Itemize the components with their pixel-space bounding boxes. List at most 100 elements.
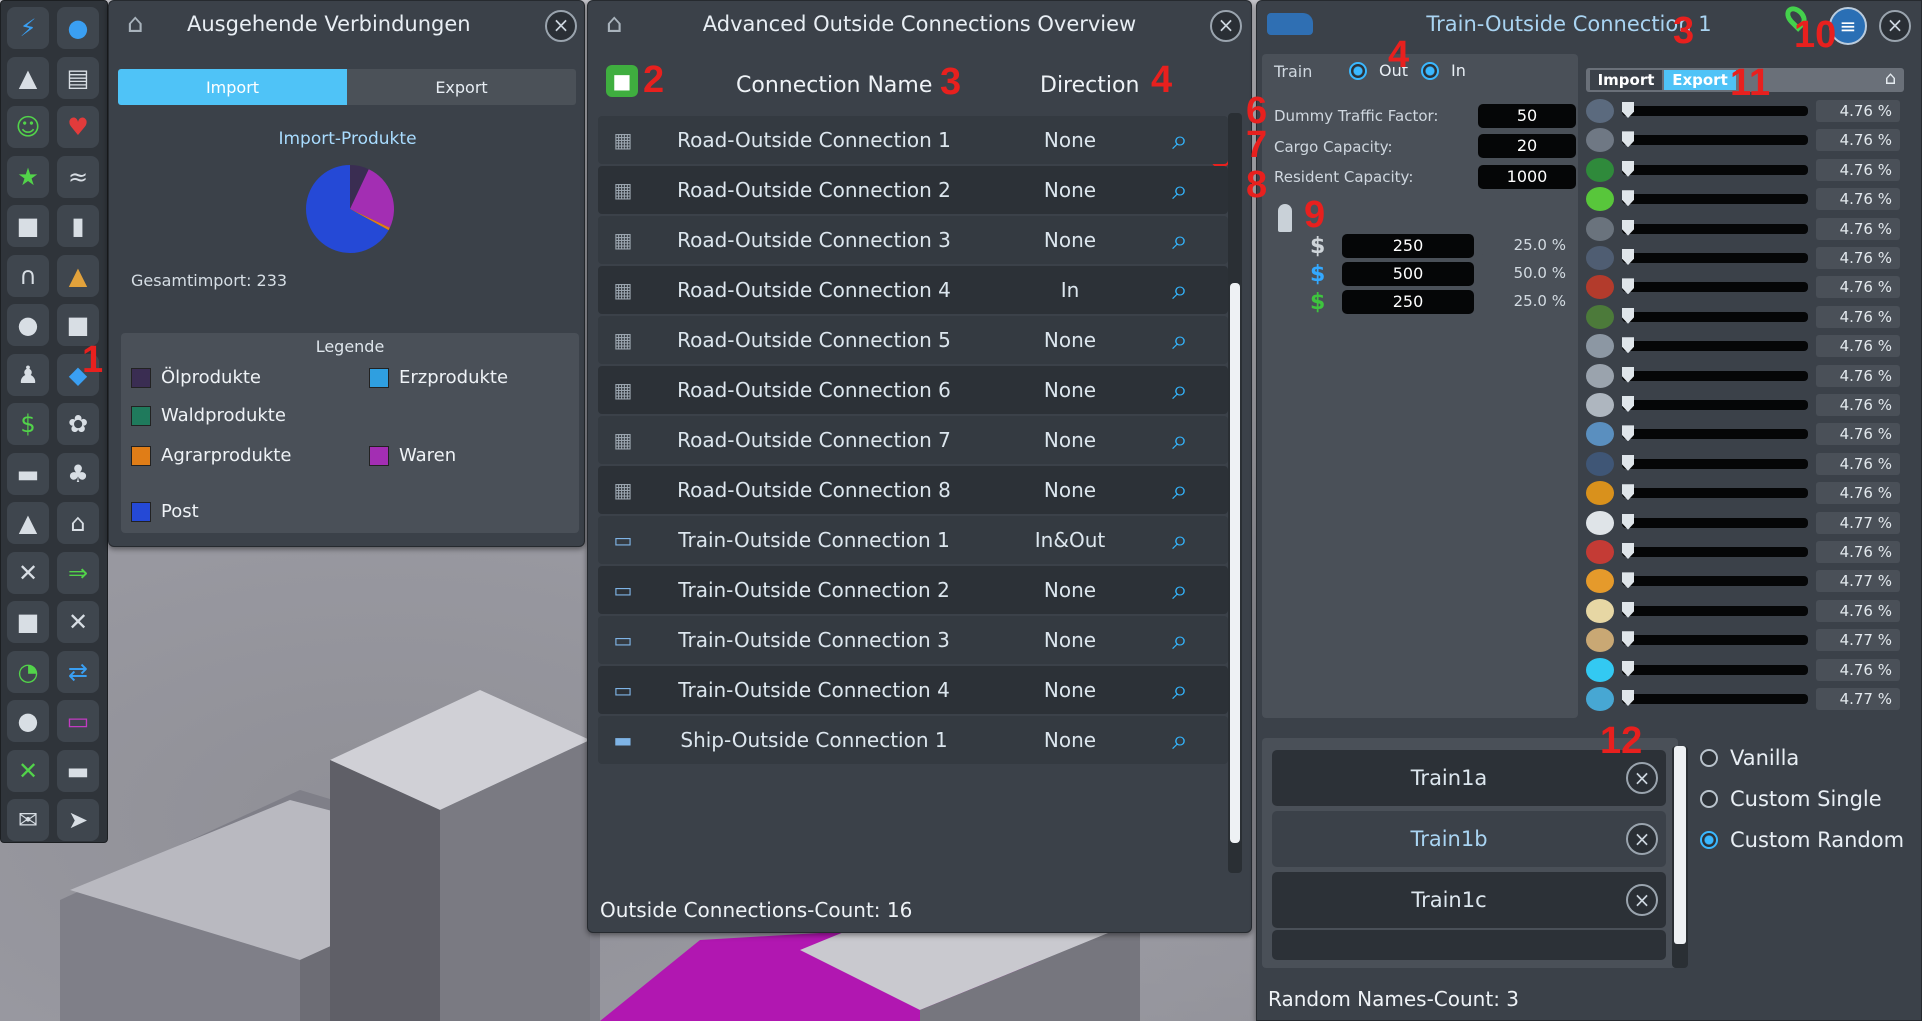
- heat-icon[interactable]: ⌂: [57, 502, 99, 544]
- water-icon[interactable]: ●: [57, 7, 99, 49]
- search-icon[interactable]: ⌕: [1160, 473, 1200, 507]
- education-icon[interactable]: ▤: [57, 56, 99, 99]
- wealth-value-input[interactable]: 250: [1342, 234, 1474, 258]
- names-scrollbar[interactable]: [1672, 746, 1688, 968]
- slider-handle[interactable]: [1622, 131, 1634, 148]
- fire-icon[interactable]: ▲: [57, 254, 99, 297]
- resource-slider[interactable]: [1622, 102, 1808, 118]
- resource-slider[interactable]: [1622, 601, 1808, 618]
- dummy-traffic-input[interactable]: 50: [1478, 104, 1576, 128]
- resource-slider[interactable]: [1622, 513, 1808, 530]
- happiness-icon[interactable]: ☺: [7, 106, 49, 148]
- resource-slider[interactable]: [1622, 249, 1808, 265]
- resident-capacity-input[interactable]: 1000: [1478, 165, 1576, 189]
- slider-handle[interactable]: [1622, 337, 1634, 354]
- search-icon[interactable]: ⌕: [1160, 723, 1200, 757]
- noise-icon[interactable]: ∩: [7, 254, 49, 297]
- maintenance-icon[interactable]: ✕: [7, 551, 49, 594]
- tab-export[interactable]: Export: [347, 69, 576, 105]
- remove-name-button[interactable]: ×: [1626, 762, 1658, 794]
- search-icon[interactable]: ⌕: [1160, 573, 1200, 607]
- electricity-icon[interactable]: ⚡: [7, 7, 49, 49]
- connection-row[interactable]: ▭ Train-Outside Connection 4 None ⌕: [598, 666, 1228, 714]
- mode-option[interactable]: Custom Single: [1700, 787, 1882, 811]
- tools-icon[interactable]: ✕: [7, 749, 49, 792]
- scrollbar-thumb[interactable]: [1674, 746, 1686, 944]
- transport-filter-icon[interactable]: ■: [606, 65, 638, 97]
- slider-handle[interactable]: [1622, 219, 1634, 236]
- slider-handle[interactable]: [1622, 160, 1634, 177]
- connection-row[interactable]: ▭ Train-Outside Connection 2 None ⌕: [598, 566, 1228, 614]
- no-transport-icon[interactable]: ✕: [57, 601, 99, 643]
- camera-icon[interactable]: ■: [7, 601, 49, 643]
- slider-handle[interactable]: [1622, 513, 1634, 530]
- tourism-icon[interactable]: ≈: [57, 155, 99, 198]
- connection-row[interactable]: ▦ Road-Outside Connection 1 None ⌕: [598, 116, 1228, 164]
- mail-icon[interactable]: ✉: [7, 799, 49, 841]
- resource-slider[interactable]: [1622, 660, 1808, 677]
- resource-slider[interactable]: [1622, 631, 1808, 648]
- search-icon[interactable]: ⌕: [1160, 273, 1200, 307]
- slider-handle[interactable]: [1622, 601, 1634, 618]
- slider-handle[interactable]: [1622, 543, 1634, 559]
- connection-row[interactable]: ▦ Road-Outside Connection 7 None ⌕: [598, 416, 1228, 464]
- connection-row[interactable]: ▬ Ship-Outside Connection 1 None ⌕: [598, 716, 1228, 764]
- routes-icon[interactable]: ⇄: [57, 650, 99, 693]
- search-icon[interactable]: ⌕: [1160, 673, 1200, 707]
- search-icon[interactable]: ⌕: [1160, 323, 1200, 357]
- clock-icon[interactable]: ◔: [7, 650, 49, 693]
- resource-slider[interactable]: [1622, 337, 1808, 354]
- resource-slider[interactable]: [1622, 307, 1808, 324]
- photo-icon[interactable]: ●: [7, 700, 49, 742]
- slider-handle[interactable]: [1622, 690, 1634, 706]
- slider-handle[interactable]: [1622, 190, 1634, 207]
- resource-slider[interactable]: [1622, 396, 1808, 412]
- cargo-capacity-input[interactable]: 20: [1478, 134, 1576, 158]
- slider-handle[interactable]: [1622, 660, 1634, 677]
- panel-header[interactable]: ⌂ Advanced Outside Connections Overview: [588, 1, 1251, 47]
- landvalue-icon[interactable]: ★: [7, 155, 49, 198]
- slider-handle[interactable]: [1622, 631, 1634, 648]
- connection-row[interactable]: ▦ Road-Outside Connection 5 None ⌕: [598, 316, 1228, 364]
- pollution-icon[interactable]: ▮: [57, 205, 99, 247]
- slider-handle[interactable]: [1622, 454, 1634, 471]
- search-icon[interactable]: ⌕: [1160, 523, 1200, 557]
- resource-slider[interactable]: [1622, 366, 1808, 383]
- money-icon[interactable]: $: [7, 403, 49, 445]
- search-icon[interactable]: ⌕: [1160, 373, 1200, 407]
- close-button[interactable]: ×: [1210, 10, 1242, 42]
- tab-import[interactable]: Import: [1590, 70, 1662, 90]
- remove-name-button[interactable]: ×: [1626, 884, 1658, 916]
- scrollbar-thumb[interactable]: [1230, 283, 1240, 843]
- search-icon[interactable]: ⌕: [1160, 223, 1200, 257]
- resource-slider[interactable]: [1622, 572, 1808, 589]
- connection-row[interactable]: ▭ Train-Outside Connection 3 None ⌕: [598, 616, 1228, 664]
- garbage-icon[interactable]: ▲: [7, 56, 49, 99]
- close-button[interactable]: ×: [1879, 10, 1911, 42]
- resource-slider[interactable]: [1622, 131, 1808, 148]
- connection-row[interactable]: ▭ Train-Outside Connection 1 In&Out ⌕: [598, 516, 1228, 564]
- slider-handle[interactable]: [1622, 396, 1634, 412]
- population-icon[interactable]: ♟: [7, 353, 49, 396]
- resource-slider[interactable]: [1622, 543, 1808, 559]
- connection-row[interactable]: ▦ Road-Outside Connection 2 None ⌕: [598, 166, 1228, 214]
- slider-handle[interactable]: [1622, 102, 1634, 118]
- slider-handle[interactable]: [1622, 425, 1634, 442]
- wealth-value-input[interactable]: 250: [1342, 290, 1474, 314]
- resource-slider[interactable]: [1622, 425, 1808, 442]
- column-direction[interactable]: Direction: [1040, 73, 1139, 98]
- slider-handle[interactable]: [1622, 249, 1634, 265]
- name-item[interactable]: Train1b ×: [1272, 811, 1666, 867]
- slider-handle[interactable]: [1622, 307, 1634, 324]
- bus-icon[interactable]: ▭: [57, 700, 99, 742]
- panel-header[interactable]: ⌂ Ausgehende Verbindungen: [109, 1, 584, 47]
- search-icon[interactable]: ⌕: [1160, 123, 1200, 157]
- name-item-empty[interactable]: [1272, 930, 1666, 960]
- slider-handle[interactable]: [1622, 572, 1634, 589]
- resource-slider[interactable]: [1622, 160, 1808, 177]
- close-button[interactable]: ×: [545, 10, 577, 42]
- tab-import[interactable]: Import: [118, 69, 347, 105]
- health-icon[interactable]: ♥: [57, 106, 99, 148]
- search-icon[interactable]: ⌕: [1160, 173, 1200, 207]
- slider-handle[interactable]: [1622, 278, 1634, 295]
